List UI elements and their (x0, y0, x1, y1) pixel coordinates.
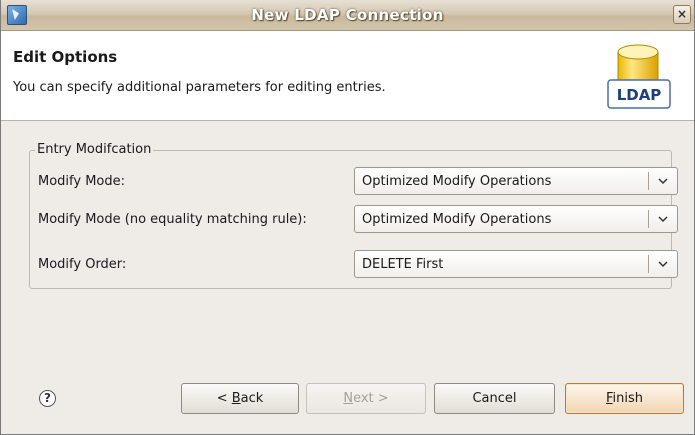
modify-order-label: Modify Order: (38, 257, 127, 272)
window-title: New LDAP Connection (251, 6, 444, 24)
ldap-icon-label: LDAP (617, 86, 662, 104)
modify-order-value: DELETE First (362, 257, 444, 272)
next-mnemonic: N (343, 391, 354, 406)
page-title: Edit Options (13, 48, 118, 66)
group-legend: Entry Modifcation (35, 142, 154, 157)
modify-mode-value: Optimized Modify Operations (362, 174, 552, 189)
modify-mode-label: Modify Mode: (38, 174, 126, 189)
combo-divider (648, 210, 649, 228)
ldap-database-icon: LDAP (607, 44, 671, 109)
back-label-prefix: < (216, 391, 232, 406)
modify-mode-no-eq-select[interactable]: Optimized Modify Operations (354, 205, 678, 233)
combo-divider (648, 172, 649, 190)
modify-mode-no-eq-value: Optimized Modify Operations (362, 212, 552, 227)
chevron-down-icon[interactable] (657, 212, 669, 226)
modify-mode-select[interactable]: Optimized Modify Operations (354, 167, 678, 195)
wizard-header: Edit Options You can specify additional … (1, 31, 694, 121)
close-icon[interactable]: × (673, 5, 691, 24)
finish-label-rest: inish (612, 391, 644, 406)
modify-order-select[interactable]: DELETE First (354, 250, 678, 278)
dialog-window: New LDAP Connection × Edit Options You c… (0, 0, 695, 435)
back-mnemonic: B (231, 391, 241, 406)
finish-button[interactable]: Finish (565, 383, 684, 414)
modify-mode-no-eq-label: Modify Mode (no equality matching rule): (38, 212, 307, 227)
cancel-button[interactable]: Cancel (434, 383, 555, 414)
back-button[interactable]: < Back (181, 383, 299, 414)
chevron-down-icon[interactable] (657, 174, 669, 188)
back-label-rest: ack (240, 391, 264, 406)
page-description: You can specify additional parameters fo… (13, 80, 386, 95)
help-icon[interactable]: ? (39, 390, 56, 407)
next-button[interactable]: Next > (306, 383, 426, 414)
combo-divider (648, 255, 649, 273)
next-label-rest: ext > (353, 391, 389, 406)
chevron-down-icon[interactable] (657, 257, 669, 271)
title-bar[interactable]: New LDAP Connection × (1, 0, 694, 31)
